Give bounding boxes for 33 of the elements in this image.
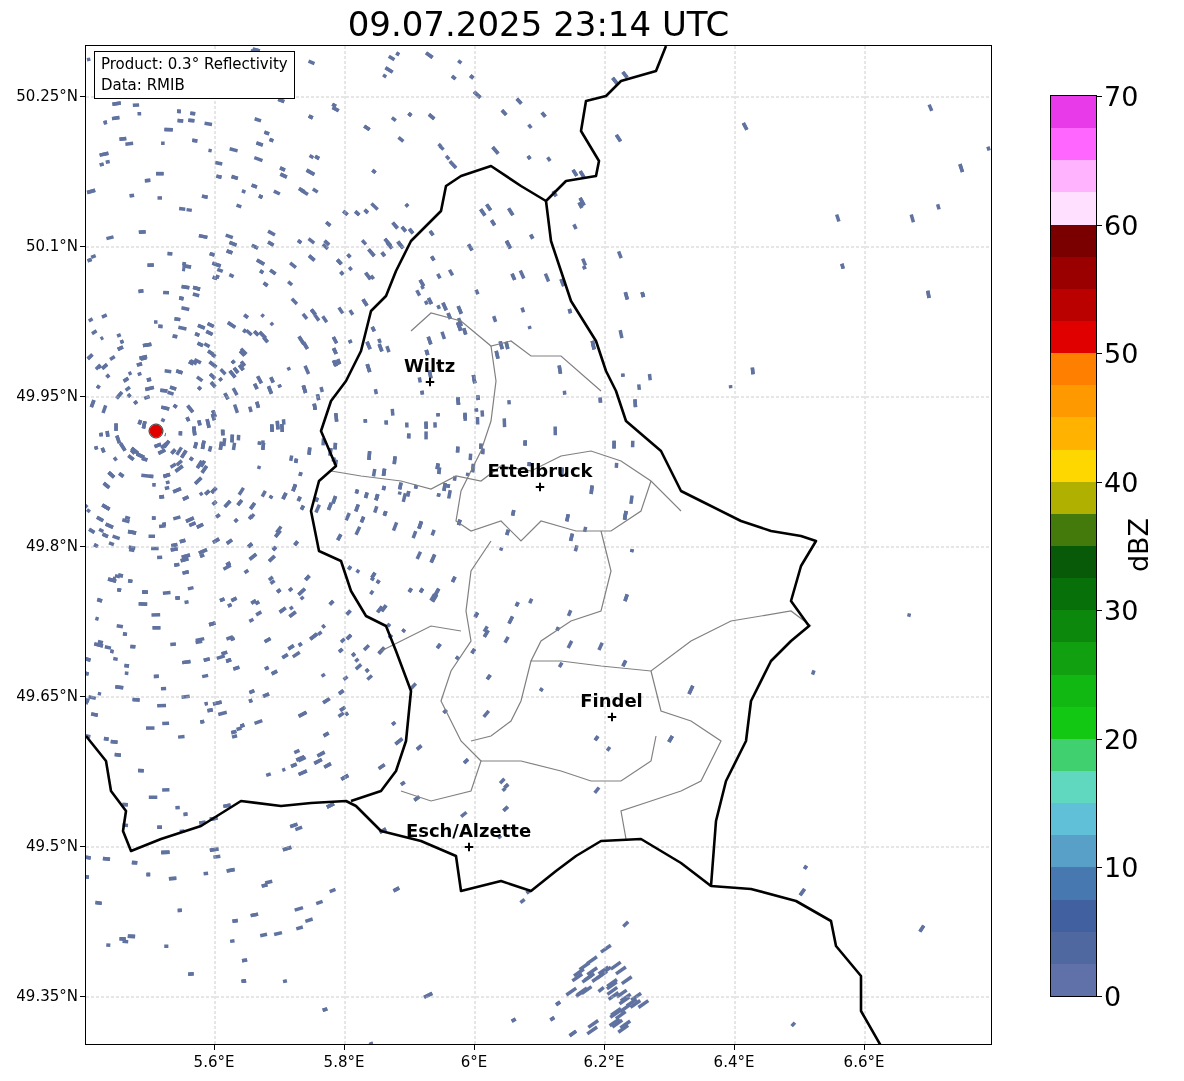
city-marker-icon [464, 842, 473, 852]
latitude-label: 49.95°N [16, 387, 78, 405]
city-marker-icon [425, 377, 434, 387]
city-marker-icon [535, 482, 545, 492]
colorbar-tick-label: 20 [1104, 723, 1139, 755]
city-label: Ettelbruck [487, 460, 593, 481]
chart-title: 09.07.2025 23:14 UTC [346, 4, 731, 44]
latitude-label: 49.5°N [25, 837, 78, 855]
latitude-label: 49.65°N [16, 687, 78, 705]
longitude-label: 6°E [460, 1053, 488, 1071]
colorbar-tick-label: 60 [1104, 209, 1139, 241]
longitude-label: 6.4°E [713, 1053, 755, 1071]
colorbar-tick-label: 50 [1104, 337, 1139, 369]
city-marker-icon [607, 712, 616, 722]
longitude-label: 6.2°E [583, 1053, 625, 1071]
longitude-label: 5.8°E [323, 1053, 365, 1071]
info-text: Data: RMIB [101, 75, 186, 96]
colorbar-tick-label: 40 [1104, 466, 1139, 498]
city-label: Esch/Alzette [405, 820, 532, 841]
colorbar-tick-label: 70 [1104, 80, 1139, 112]
city-label: Findel [580, 690, 643, 711]
latitude-label: 49.8°N [25, 537, 78, 555]
latitude-label: 49.35°N [16, 987, 78, 1005]
colorbar-label: dBZ [1122, 517, 1154, 573]
latitude-label: 50.25°N [16, 87, 78, 105]
colorbar-tick-label: 10 [1104, 851, 1139, 883]
info-text: Product: 0.3° Reflectivity [101, 54, 288, 75]
city-label: Wiltz [403, 355, 456, 376]
longitude-label: 5.6°E [193, 1053, 235, 1071]
latitude-label: 50.1°N [25, 237, 78, 255]
longitude-label: 6.6°E [843, 1053, 885, 1071]
colorbar-tick-label: 30 [1104, 594, 1139, 626]
colorbar-tick-label: 0 [1104, 980, 1122, 1012]
